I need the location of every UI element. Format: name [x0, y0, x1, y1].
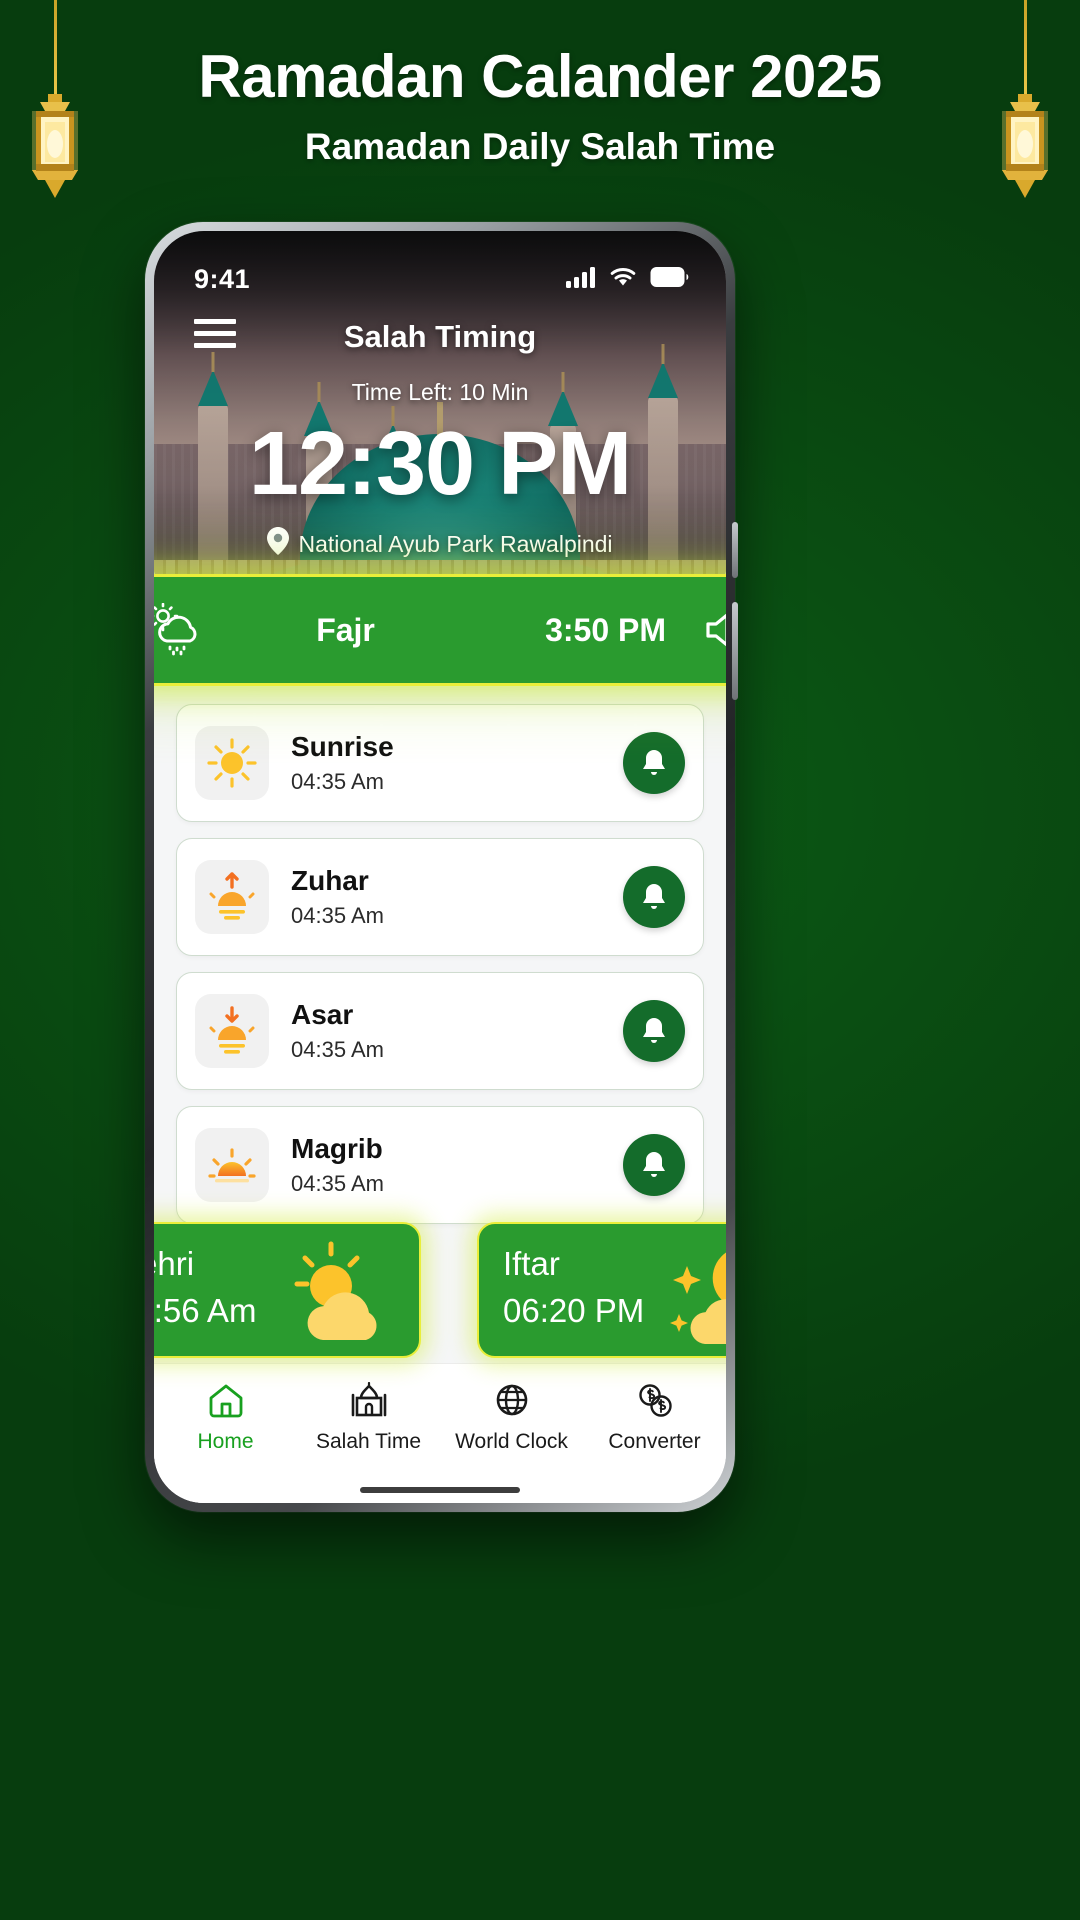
location-row: National Ayub Park Rawalpindi: [154, 527, 726, 561]
prayer-time: 04:35 Am: [291, 768, 384, 794]
list-item[interactable]: Magrib 04:35 Am: [176, 1106, 704, 1224]
nav-label: Salah Time: [315, 1430, 422, 1453]
bell-icon[interactable]: [623, 1134, 685, 1196]
active-prayer-card[interactable]: Fajr 3:50 PM: [154, 574, 726, 686]
battery-full-icon: [650, 266, 690, 293]
moon-cloud-stars-icon: [665, 1236, 726, 1354]
sun-cloud-icon: [279, 1236, 409, 1354]
sunset-icon: [195, 994, 269, 1068]
prayer-name: Sunrise: [291, 731, 394, 763]
page-title: Ramadan Calander 2025: [198, 43, 882, 110]
sunrise-icon: [195, 860, 269, 934]
active-prayer-time: 3:50 PM: [545, 611, 666, 648]
nav-item-salah-time[interactable]: Salah Time: [299, 1381, 439, 1454]
current-time: 12:30 PM: [248, 414, 632, 514]
meal-cards: Sehri 03:56 Am Iftar 06:20: [154, 1222, 726, 1358]
prayer-time: 04:35 Am: [291, 1036, 384, 1062]
bell-icon[interactable]: [623, 1000, 685, 1062]
prayer-name: Asar: [291, 999, 354, 1031]
cellular-signal-icon: [566, 266, 596, 293]
nav-label: Home: [197, 1430, 254, 1453]
prayer-name: Magrib: [291, 1133, 383, 1165]
sehri-card[interactable]: Sehri 03:56 Am: [154, 1222, 421, 1358]
phone-screen: Salah Timing Time Left: 10 Min 12:30 PM …: [154, 231, 726, 1503]
screen-title: Salah Timing: [343, 319, 537, 354]
speaker-volume-icon[interactable]: [700, 609, 726, 651]
nav-item-converter[interactable]: Converter: [585, 1382, 725, 1454]
location-pin-icon: [267, 527, 290, 561]
status-time: 9:41: [194, 263, 251, 294]
page-banner: Ramadan Calander 2025 Ramadan Daily Sala…: [0, 0, 1080, 210]
converter-icon: [636, 1382, 674, 1423]
status-bar: 9:41: [154, 231, 726, 303]
location-name: National Ayub Park Rawalpindi: [298, 530, 613, 557]
list-item[interactable]: Sunrise 04:35 Am: [176, 704, 704, 822]
sun-horizon-icon: [195, 1128, 269, 1202]
home-icon: [207, 1382, 245, 1423]
sun-icon: [195, 726, 269, 800]
phone-mockup: Salah Timing Time Left: 10 Min 12:30 PM …: [145, 222, 738, 1512]
prayer-time: 04:35 Am: [291, 902, 384, 928]
iftar-card[interactable]: Iftar 06:20 PM: [477, 1222, 726, 1358]
home-indicator: [360, 1487, 520, 1493]
globe-icon: [493, 1382, 531, 1423]
list-item[interactable]: Zuhar 04:35 Am: [176, 838, 704, 956]
nav-item-home[interactable]: Home: [156, 1382, 296, 1454]
prayer-name: Zuhar: [291, 865, 369, 897]
time-left-label: Time Left: 10 Min: [351, 379, 529, 405]
content-area: Fajr 3:50 PM Sunrise 04:35 Am Zuhar 04:3…: [154, 574, 726, 1503]
mosque-icon: [350, 1381, 388, 1423]
phone-power-button: [732, 602, 738, 700]
nav-item-world-clock[interactable]: World Clock: [442, 1382, 582, 1454]
list-item[interactable]: Asar 04:35 Am: [176, 972, 704, 1090]
prayer-time: 04:35 Am: [291, 1170, 384, 1196]
lantern-icon-right: [980, 0, 1070, 210]
wifi-icon: [609, 266, 637, 293]
bell-icon[interactable]: [623, 732, 685, 794]
nav-label: World Clock: [455, 1430, 568, 1453]
bottom-navigation: Home Salah Time World Clock Converter: [154, 1363, 726, 1503]
nav-label: Converter: [608, 1430, 701, 1453]
lantern-icon-left: [10, 0, 100, 210]
active-prayer-name: Fajr: [316, 611, 375, 648]
prayer-list: Sunrise 04:35 Am Zuhar 04:35 Am Asar 04:…: [154, 704, 726, 1240]
phone-volume-button: [732, 522, 738, 578]
page-subtitle: Ramadan Daily Salah Time: [304, 126, 776, 167]
bell-icon[interactable]: [623, 866, 685, 928]
